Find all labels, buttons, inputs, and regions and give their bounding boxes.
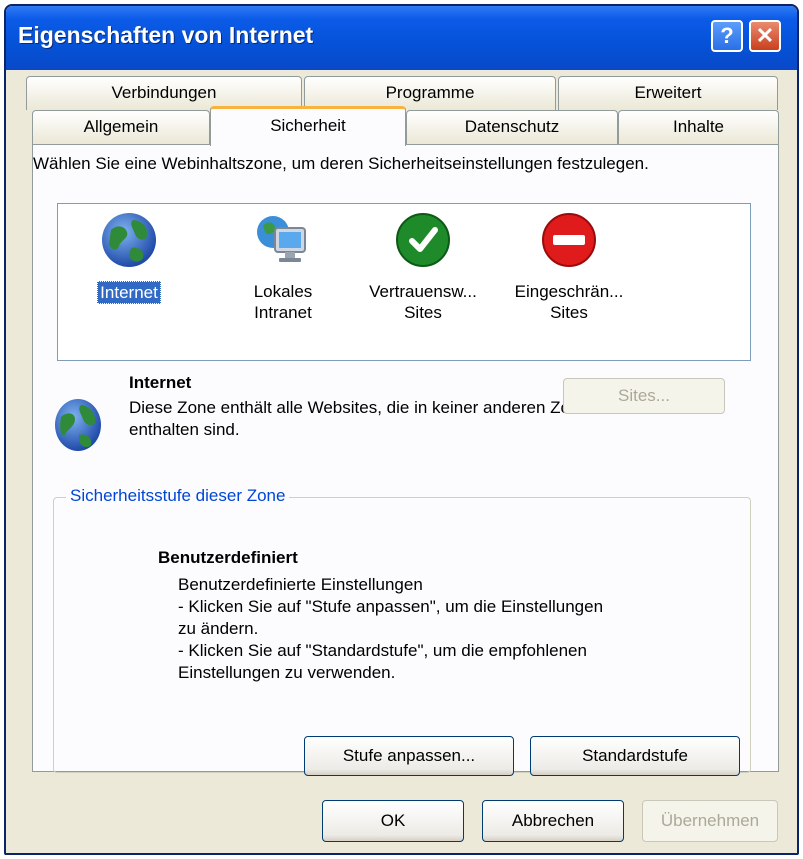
tab-inhalte[interactable]: Inhalte	[618, 110, 779, 144]
selected-zone-title: Internet	[129, 373, 192, 392]
selected-zone-description: Diese Zone enthält alle Websites, die in…	[129, 398, 589, 439]
zone-label-restricted: Eingeschrän... Sites	[514, 282, 624, 322]
zone-list[interactable]: Internet Lokales Intranet Vertrauensw...…	[57, 203, 751, 361]
zone-label-internet: Internet	[97, 281, 161, 304]
level-desc-line-3: - Klicken Sie auf "Standardstufe", um di…	[178, 641, 587, 682]
close-button[interactable]: ✕	[749, 20, 781, 52]
security-panel: Wählen Sie eine Webinhaltszone, um deren…	[32, 144, 779, 776]
selected-zone-globe-icon	[55, 399, 101, 451]
zone-internet[interactable]: Internet	[64, 210, 194, 304]
level-desc-line-1: Benutzerdefinierte Einstellungen	[178, 575, 423, 594]
zone-intro-text: Wählen Sie eine Webinhaltszone, um deren…	[33, 154, 649, 173]
tab-allgemein[interactable]: Allgemein	[32, 110, 210, 144]
zone-label-intranet: Lokales Intranet	[253, 282, 313, 322]
tab-sicherheit[interactable]: Sicherheit	[210, 106, 406, 146]
default-level-button[interactable]: Standardstufe	[530, 736, 740, 776]
security-level-group-label: Sicherheitsstufe dieser Zone	[66, 486, 290, 506]
network-computer-icon	[257, 216, 306, 262]
zone-trusted-sites[interactable]: Vertrauensw... Sites	[358, 210, 488, 323]
tab-erweitert[interactable]: Erweitert	[558, 76, 778, 110]
tab-programme[interactable]: Programme	[304, 76, 556, 110]
cancel-button[interactable]: Abbrechen	[482, 800, 624, 842]
help-button[interactable]: ?	[711, 20, 743, 52]
zone-local-intranet[interactable]: Lokales Intranet	[218, 210, 348, 323]
ok-button[interactable]: OK	[322, 800, 464, 842]
custom-level-button[interactable]: Stufe anpassen...	[304, 736, 514, 776]
apply-button[interactable]: Übernehmen	[642, 800, 778, 842]
window-title: Eigenschaften von Internet	[18, 22, 314, 48]
checkmark-icon	[396, 213, 450, 267]
sites-button[interactable]: Sites...	[563, 378, 725, 414]
tab-datenschutz[interactable]: Datenschutz	[406, 110, 618, 144]
globe-icon	[102, 213, 156, 267]
level-desc-line-2: - Klicken Sie auf "Stufe anpassen", um d…	[178, 597, 604, 638]
zone-label-trusted: Vertrauensw... Sites	[369, 282, 477, 322]
internet-options-dialog: Eigenschaften von Internet ? ✕ Verbindun…	[4, 4, 799, 855]
security-level-group: Sicherheitsstufe dieser Zone Benutzerdef…	[53, 486, 751, 776]
title-bar[interactable]: Eigenschaften von Internet ? ✕	[6, 6, 797, 70]
zone-restricted-sites[interactable]: Eingeschrän... Sites	[504, 210, 634, 323]
security-level-title: Benutzerdefiniert	[158, 548, 298, 567]
security-level-description: Benutzerdefinierte Einstellungen - Klick…	[178, 574, 618, 684]
tab-verbindungen[interactable]: Verbindungen	[26, 76, 302, 110]
no-entry-icon	[542, 213, 596, 267]
